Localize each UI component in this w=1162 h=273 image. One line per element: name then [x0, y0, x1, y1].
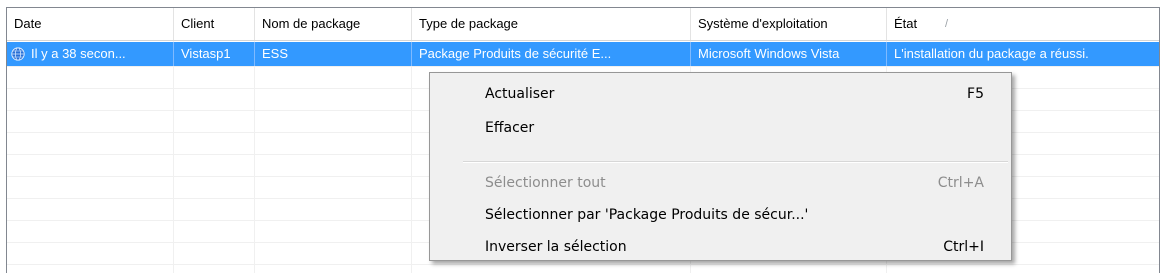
menu-item-invert-selection-shortcut: Ctrl+I — [943, 239, 984, 255]
column-header-package-name[interactable]: Nom de package — [255, 8, 412, 40]
cell-os: Microsoft Windows Vista — [691, 42, 887, 66]
menu-item-invert-selection-label: Inverser la sélection — [485, 239, 627, 255]
table-row-selected[interactable]: Il y a 38 secon... Vistasp1 ESS Package … — [7, 42, 1159, 66]
menu-item-refresh-shortcut: F5 — [967, 86, 984, 102]
cell-date: Il y a 38 secon... — [7, 42, 174, 66]
menu-item-select-all: Sélectionner tout Ctrl+A — [433, 168, 1008, 198]
menu-separator — [463, 161, 1008, 163]
cell-client: Vistasp1 — [174, 42, 255, 66]
column-header-state[interactable]: État / — [887, 8, 1159, 40]
menu-item-select-all-label: Sélectionner tout — [485, 175, 606, 191]
column-header-os[interactable]: Système d'exploitation — [691, 8, 887, 40]
context-menu: Actualiser F5 Effacer Sélectionner tout … — [429, 72, 1012, 261]
grid-line — [7, 66, 1159, 67]
menu-item-refresh-label: Actualiser — [485, 86, 555, 102]
grid-line — [173, 41, 174, 273]
menu-item-select-by[interactable]: Sélectionner par 'Package Produits de sé… — [433, 200, 1008, 230]
menu-item-clear[interactable]: Effacer — [433, 113, 1008, 143]
menu-item-select-by-label: Sélectionner par 'Package Produits de sé… — [485, 207, 809, 223]
cell-date-text: Il y a 38 secon... — [31, 46, 126, 61]
column-header-date[interactable]: Date — [7, 8, 174, 40]
grid-line — [7, 264, 1159, 265]
menu-item-invert-selection[interactable]: Inverser la sélection Ctrl+I — [433, 232, 1008, 262]
cell-package-type: Package Produits de sécurité E... — [412, 42, 691, 66]
menu-item-refresh[interactable]: Actualiser F5 — [433, 79, 1008, 109]
sort-indicator-icon: / — [945, 18, 949, 30]
menu-item-select-all-shortcut: Ctrl+A — [937, 175, 984, 191]
cell-package-name: ESS — [255, 42, 412, 66]
grid-line — [411, 41, 412, 273]
grid-line — [254, 41, 255, 273]
column-header-package-type[interactable]: Type de package — [412, 8, 691, 40]
column-header-state-label: État — [894, 16, 918, 31]
menu-item-clear-label: Effacer — [485, 120, 535, 136]
column-header-client[interactable]: Client — [174, 8, 255, 40]
cell-state: L'installation du package a réussi. — [894, 46, 1089, 61]
globe-status-icon — [11, 47, 25, 61]
package-log-list[interactable]: Date Client Nom de package Type de packa… — [6, 7, 1160, 273]
column-header-bar: Date Client Nom de package Type de packa… — [7, 8, 1159, 41]
